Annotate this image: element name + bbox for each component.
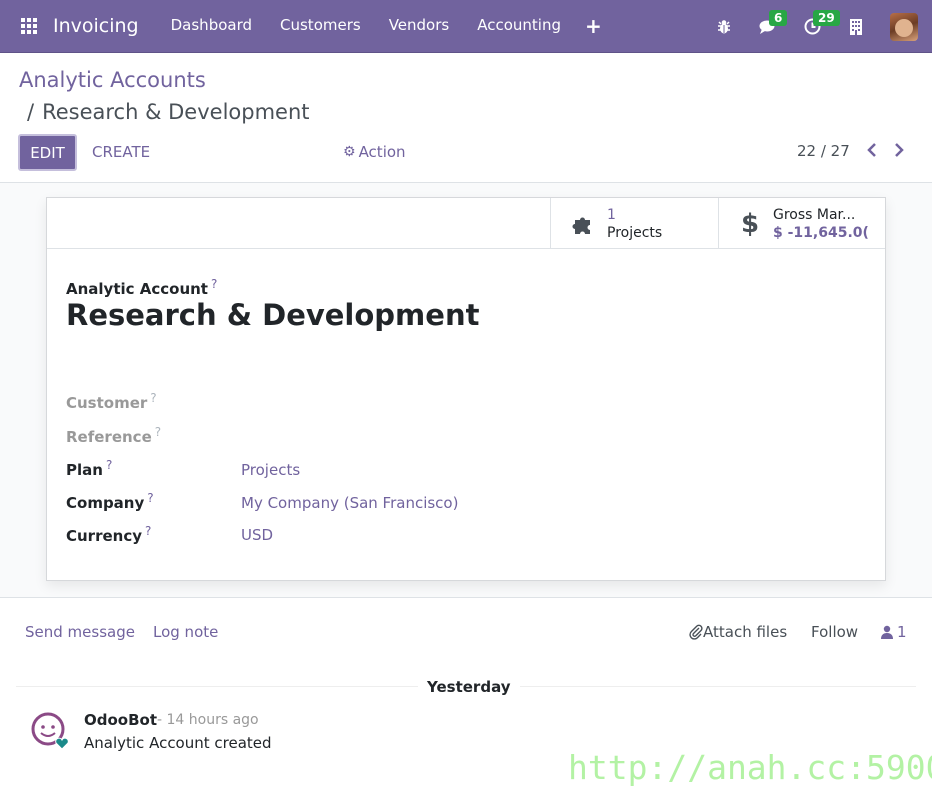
smart-button-box: 1 Projects $ Gross Mar... $ -11,645.0( <box>47 198 885 249</box>
puzzle-piece-icon <box>569 212 599 236</box>
menu-vendors[interactable]: Vendors <box>375 16 464 36</box>
control-panel: Analytic Accounts / Research & Developmen… <box>0 53 932 183</box>
activities-count-badge: 29 <box>813 9 840 26</box>
help-tooltip-icon[interactable]: ? <box>106 458 112 472</box>
breadcrumb-parent-link[interactable]: Analytic Accounts <box>19 68 206 92</box>
paperclip-icon <box>689 624 703 640</box>
send-message-button[interactable]: Send message <box>25 623 135 641</box>
menu-more-plus-icon[interactable]: + <box>575 16 612 36</box>
company-field-label: Company? <box>66 491 154 512</box>
company-field-value[interactable]: My Company (San Francisco) <box>241 494 458 512</box>
message-date: - 14 hours ago <box>157 712 259 728</box>
chatter-topbar: Send message Log note Attach files Follo… <box>0 599 932 669</box>
odoobot-avatar[interactable] <box>31 711 71 751</box>
breadcrumb-current: / Research & Development <box>27 100 310 124</box>
breadcrumb-separator: / <box>27 100 35 124</box>
plan-field-label: Plan? <box>66 458 113 479</box>
action-label: Action <box>358 143 406 161</box>
help-tooltip-icon[interactable]: ? <box>147 491 153 505</box>
menu-dashboard[interactable]: Dashboard <box>157 16 266 36</box>
analytic-account-label: Analytic Account? <box>66 277 218 298</box>
messaging-chat-icon[interactable]: 6 <box>758 9 788 37</box>
help-tooltip-icon[interactable]: ? <box>155 425 161 439</box>
edit-button[interactable]: EDIT <box>18 134 77 171</box>
message-author[interactable]: OdooBot <box>84 711 157 729</box>
reference-field-label: Reference? <box>66 425 162 446</box>
main-menu: Dashboard Customers Vendors Accounting + <box>157 16 612 36</box>
pager-previous-chevron-icon[interactable] <box>866 139 878 163</box>
projects-label: Projects <box>607 224 663 241</box>
help-tooltip-icon[interactable]: ? <box>150 391 156 405</box>
currency-field-label: Currency? <box>66 524 152 545</box>
follow-button[interactable]: Follow <box>811 623 858 641</box>
activity-clock-icon[interactable]: 29 <box>802 9 840 37</box>
debug-bug-icon[interactable] <box>714 17 734 37</box>
watermark: http://anah.cc:5900 <box>568 748 932 787</box>
gear-icon: ⚙ <box>343 144 356 160</box>
attach-files-button[interactable]: Attach files <box>689 623 787 641</box>
user-avatar[interactable] <box>890 12 918 41</box>
day-separator-label: Yesterday <box>418 678 520 696</box>
user-icon <box>881 625 893 639</box>
projects-count: 1 <box>607 206 616 223</box>
help-tooltip-icon[interactable]: ? <box>145 524 151 538</box>
menu-customers[interactable]: Customers <box>266 16 375 36</box>
message-body: Analytic Account created <box>84 734 272 752</box>
followers-count: 1 <box>897 623 907 641</box>
projects-smart-button[interactable]: 1 Projects <box>550 198 718 249</box>
pager-next-chevron-icon[interactable] <box>893 139 905 163</box>
followers-button[interactable]: 1 <box>881 623 907 641</box>
gross-margin-smart-button[interactable]: $ Gross Mar... $ -11,645.0( <box>718 198 885 249</box>
form-sheet: 1 Projects $ Gross Mar... $ -11,645.0( A… <box>46 197 886 581</box>
breadcrumb-current-label: Research & Development <box>42 100 310 124</box>
top-navbar: Invoicing Dashboard Customers Vendors Ac… <box>0 0 932 53</box>
customer-field-label: Customer? <box>66 391 157 412</box>
pager-value[interactable]: 22 / 27 <box>797 142 850 160</box>
help-tooltip-icon[interactable]: ? <box>211 277 217 291</box>
menu-accounting[interactable]: Accounting <box>463 16 575 36</box>
gross-margin-label: Gross Mar... <box>773 206 856 223</box>
company-building-icon[interactable] <box>846 17 866 37</box>
account-name-title: Research & Development <box>66 298 480 332</box>
currency-field-value[interactable]: USD <box>241 526 273 544</box>
action-dropdown[interactable]: ⚙ Action <box>343 143 406 161</box>
dollar-icon: $ <box>741 208 760 239</box>
messages-count-badge: 6 <box>769 9 788 26</box>
gross-margin-value: $ -11,645.0( <box>773 224 869 241</box>
log-note-button[interactable]: Log note <box>153 623 218 641</box>
systray: 6 29 <box>690 0 918 53</box>
plan-field-value[interactable]: Projects <box>241 461 300 479</box>
app-brand[interactable]: Invoicing <box>53 15 139 37</box>
apps-menu-icon[interactable] <box>21 18 37 34</box>
form-view: 1 Projects $ Gross Mar... $ -11,645.0( A… <box>0 183 932 598</box>
create-button[interactable]: CREATE <box>92 143 150 161</box>
attach-files-label: Attach files <box>703 623 788 641</box>
